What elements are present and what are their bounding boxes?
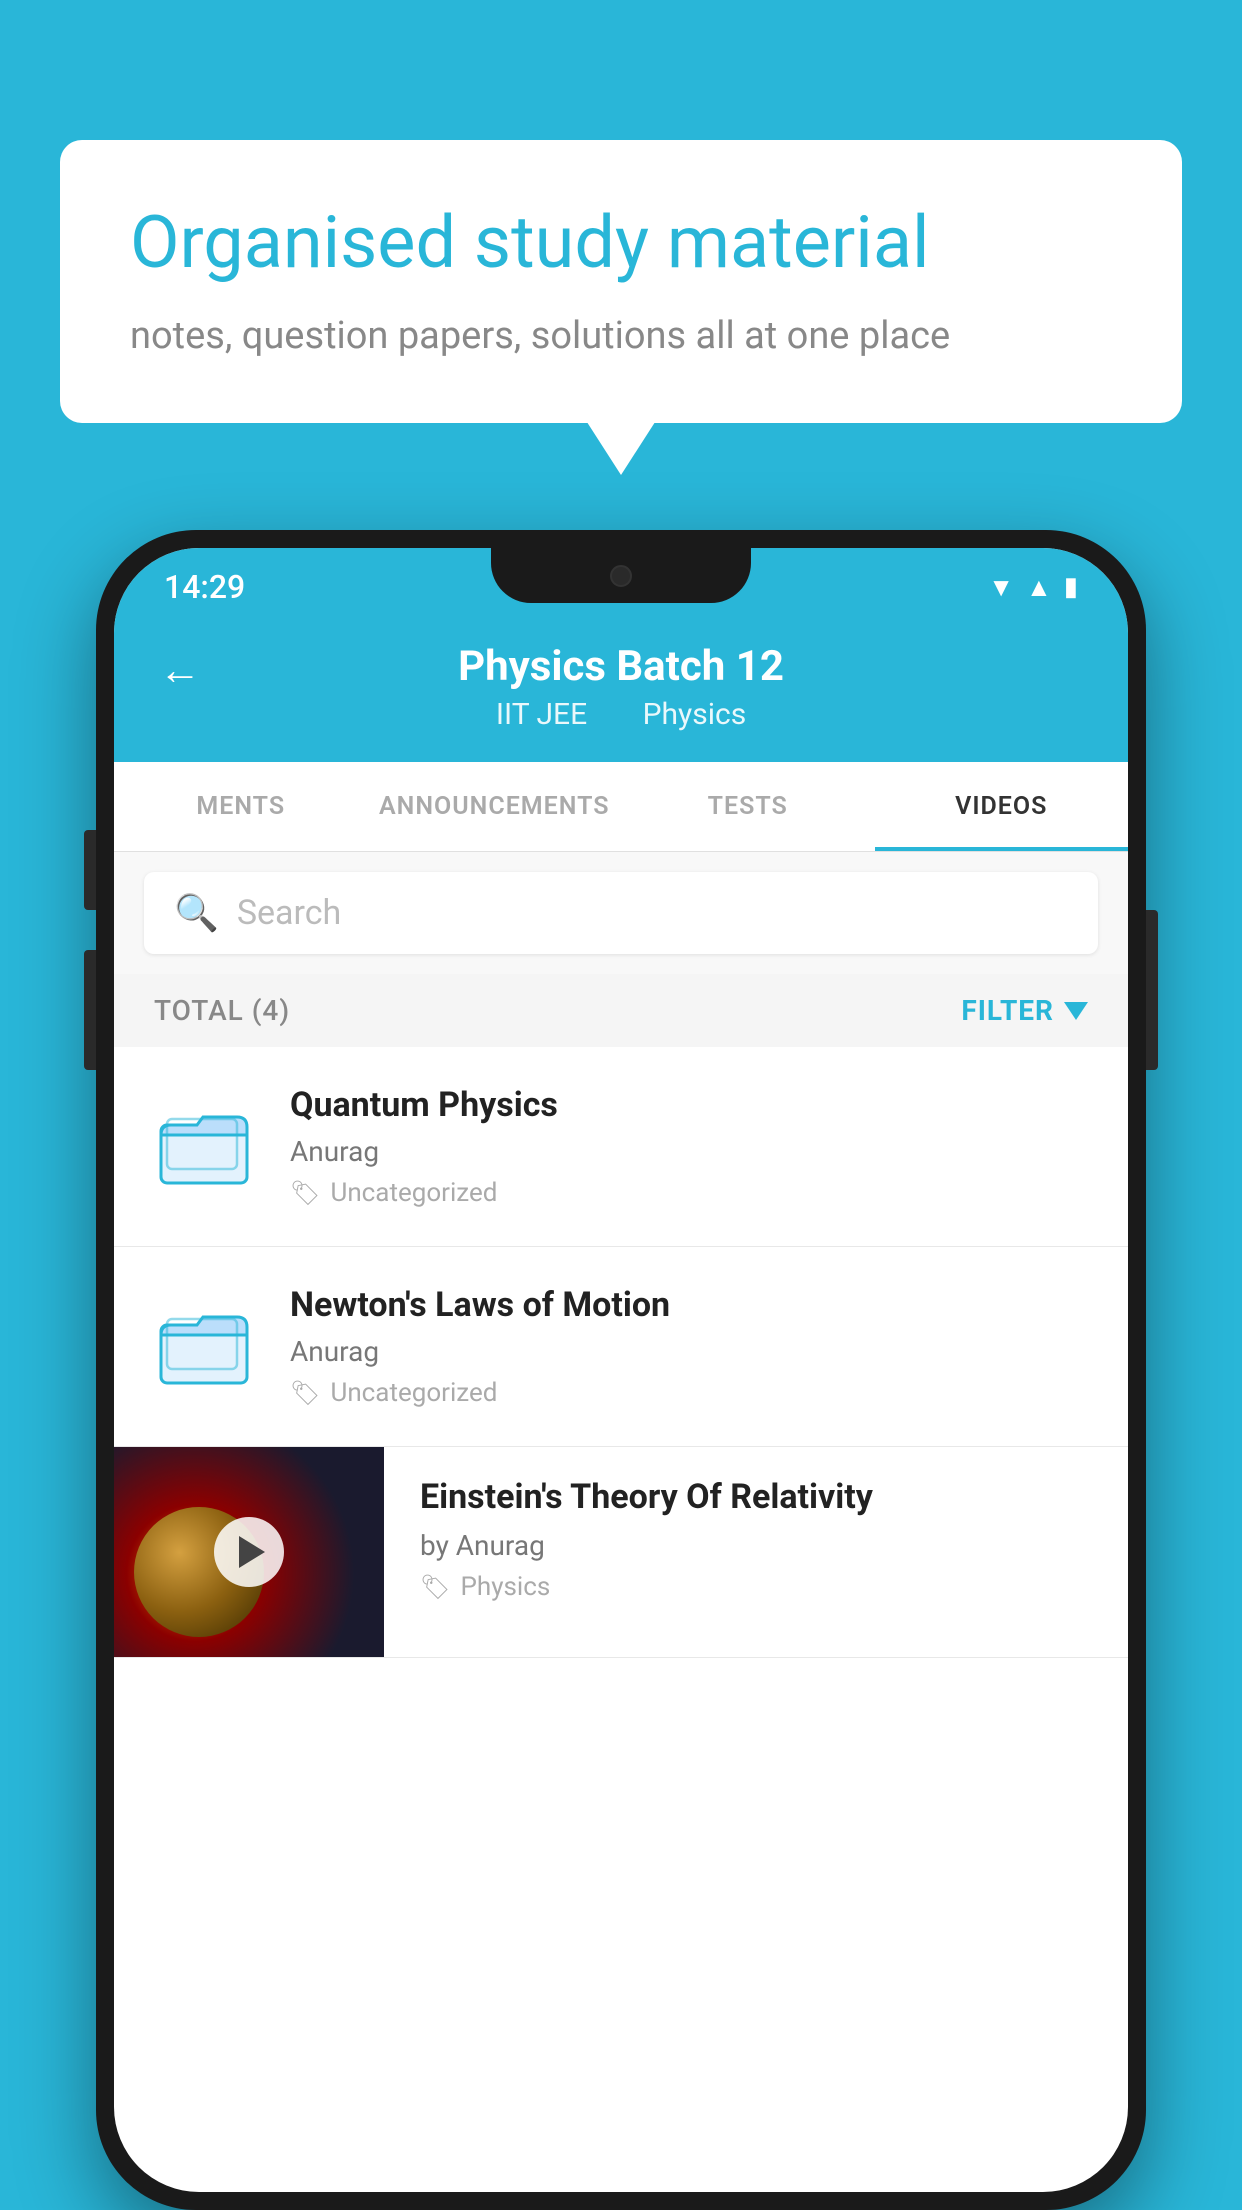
video-tag: 🏷 Uncategorized [290, 1178, 1088, 1208]
folder-icon [154, 1097, 254, 1197]
filter-bar: TOTAL (4) FILTER [114, 974, 1128, 1047]
filter-button[interactable]: FILTER [961, 994, 1088, 1027]
tab-tests[interactable]: TESTS [621, 762, 875, 851]
tag-label: Uncategorized [330, 1178, 497, 1208]
speech-bubble-container: Organised study material notes, question… [60, 140, 1182, 423]
video-tag: 🏷 Physics [420, 1572, 1088, 1602]
total-count: TOTAL (4) [154, 994, 290, 1027]
video-list: Quantum Physics Anurag 🏷 Uncategorized [114, 1047, 1128, 1658]
video-title: Quantum Physics [290, 1085, 1088, 1125]
battery-icon: ▮ [1064, 572, 1078, 602]
subtitle-physics: Physics [643, 697, 747, 732]
tag-label: Uncategorized [330, 1378, 497, 1408]
video-author: Anurag [290, 1135, 1088, 1168]
folder-icon [154, 1297, 254, 1397]
phone-frame: 14:29 ▼ ▲ ▮ ← Physics Batch 12 IIT JEE P… [96, 530, 1146, 2210]
app-header: ← Physics Batch 12 IIT JEE Physics [114, 618, 1128, 762]
header-subtitle: IIT JEE Physics [484, 697, 758, 732]
video-info: Newton's Laws of Motion Anurag 🏷 Uncateg… [290, 1285, 1088, 1408]
power-button [1146, 910, 1158, 1070]
video-thumbnail [114, 1447, 384, 1657]
volume-button-2 [84, 950, 96, 1070]
front-camera [610, 565, 632, 587]
tag-icon: 🏷 [420, 1573, 450, 1601]
search-input[interactable]: Search [237, 893, 341, 933]
volume-button-1 [84, 830, 96, 910]
list-item[interactable]: Quantum Physics Anurag 🏷 Uncategorized [114, 1047, 1128, 1247]
list-item[interactable]: Newton's Laws of Motion Anurag 🏷 Uncateg… [114, 1247, 1128, 1447]
search-container: 🔍 Search [114, 852, 1128, 974]
signal-icon: ▲ [1026, 572, 1052, 603]
search-icon: 🔍 [174, 892, 219, 934]
video-title: Einstein's Theory Of Relativity [420, 1477, 1088, 1517]
speech-bubble-subtitle: notes, question papers, solutions all at… [130, 314, 1112, 358]
speech-bubble-title: Organised study material [130, 200, 1112, 286]
header-title: Physics Batch 12 [458, 642, 784, 691]
tab-announcements[interactable]: ANNOUNCEMENTS [368, 762, 622, 851]
video-author: by Anurag [420, 1529, 1088, 1562]
video-info: Quantum Physics Anurag 🏷 Uncategorized [290, 1085, 1088, 1208]
status-icons: ▼ ▲ ▮ [988, 572, 1078, 603]
filter-icon [1064, 1002, 1088, 1020]
wifi-icon: ▼ [988, 572, 1014, 603]
video-info: Einstein's Theory Of Relativity by Anura… [384, 1447, 1088, 1632]
play-icon [239, 1536, 265, 1568]
video-tag: 🏷 Uncategorized [290, 1378, 1088, 1408]
play-button[interactable] [214, 1517, 284, 1587]
back-button[interactable]: ← [159, 646, 201, 695]
list-item[interactable]: Einstein's Theory Of Relativity by Anura… [114, 1447, 1128, 1658]
video-author: Anurag [290, 1335, 1088, 1368]
subtitle-iit: IIT JEE [496, 697, 587, 732]
phone-notch [491, 548, 751, 603]
tag-label: Physics [460, 1572, 550, 1602]
tag-icon: 🏷 [290, 1179, 320, 1207]
filter-label: FILTER [961, 994, 1054, 1027]
phone-screen: 14:29 ▼ ▲ ▮ ← Physics Batch 12 IIT JEE P… [114, 548, 1128, 2192]
tab-bar: MENTS ANNOUNCEMENTS TESTS VIDEOS [114, 762, 1128, 852]
tab-videos[interactable]: VIDEOS [875, 762, 1129, 851]
speech-bubble: Organised study material notes, question… [60, 140, 1182, 423]
status-time: 14:29 [164, 568, 245, 606]
tab-ments[interactable]: MENTS [114, 762, 368, 851]
tag-icon: 🏷 [290, 1379, 320, 1407]
video-title: Newton's Laws of Motion [290, 1285, 1088, 1325]
search-bar[interactable]: 🔍 Search [144, 872, 1098, 954]
